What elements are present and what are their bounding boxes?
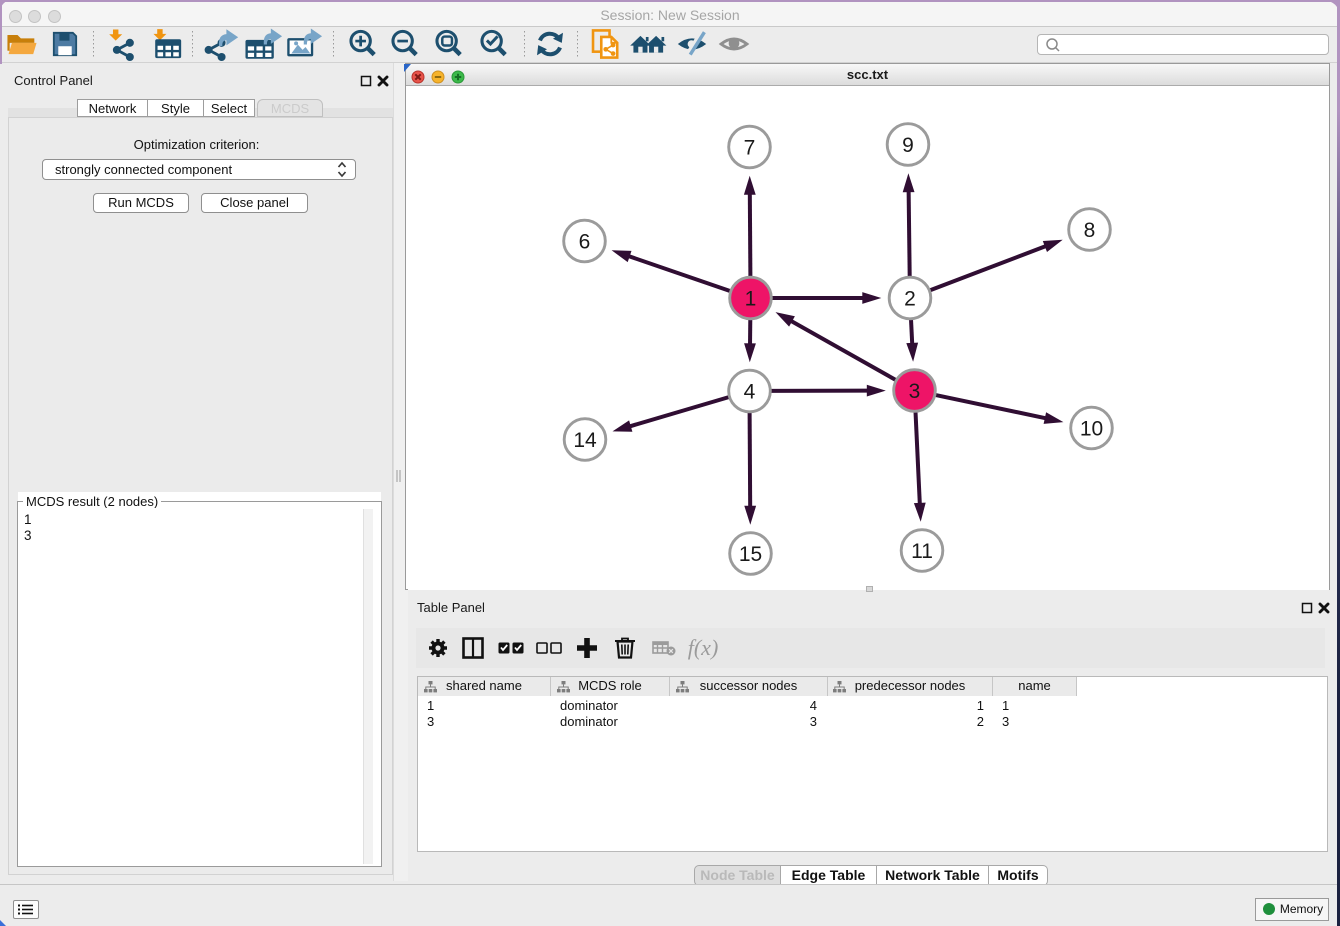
svg-text:1: 1: [745, 287, 757, 310]
svg-text:4: 4: [744, 380, 756, 403]
svg-text:11: 11: [911, 540, 933, 563]
svg-text:8: 8: [1084, 219, 1096, 242]
svg-text:2: 2: [904, 287, 916, 310]
svg-text:3: 3: [909, 380, 921, 403]
svg-text:10: 10: [1080, 417, 1103, 440]
svg-text:6: 6: [579, 230, 591, 253]
svg-text:15: 15: [739, 543, 762, 566]
svg-text:f(x): f(x): [688, 635, 719, 660]
svg-text:9: 9: [902, 134, 914, 157]
svg-text:7: 7: [744, 136, 756, 159]
svg-text:14: 14: [573, 429, 597, 452]
